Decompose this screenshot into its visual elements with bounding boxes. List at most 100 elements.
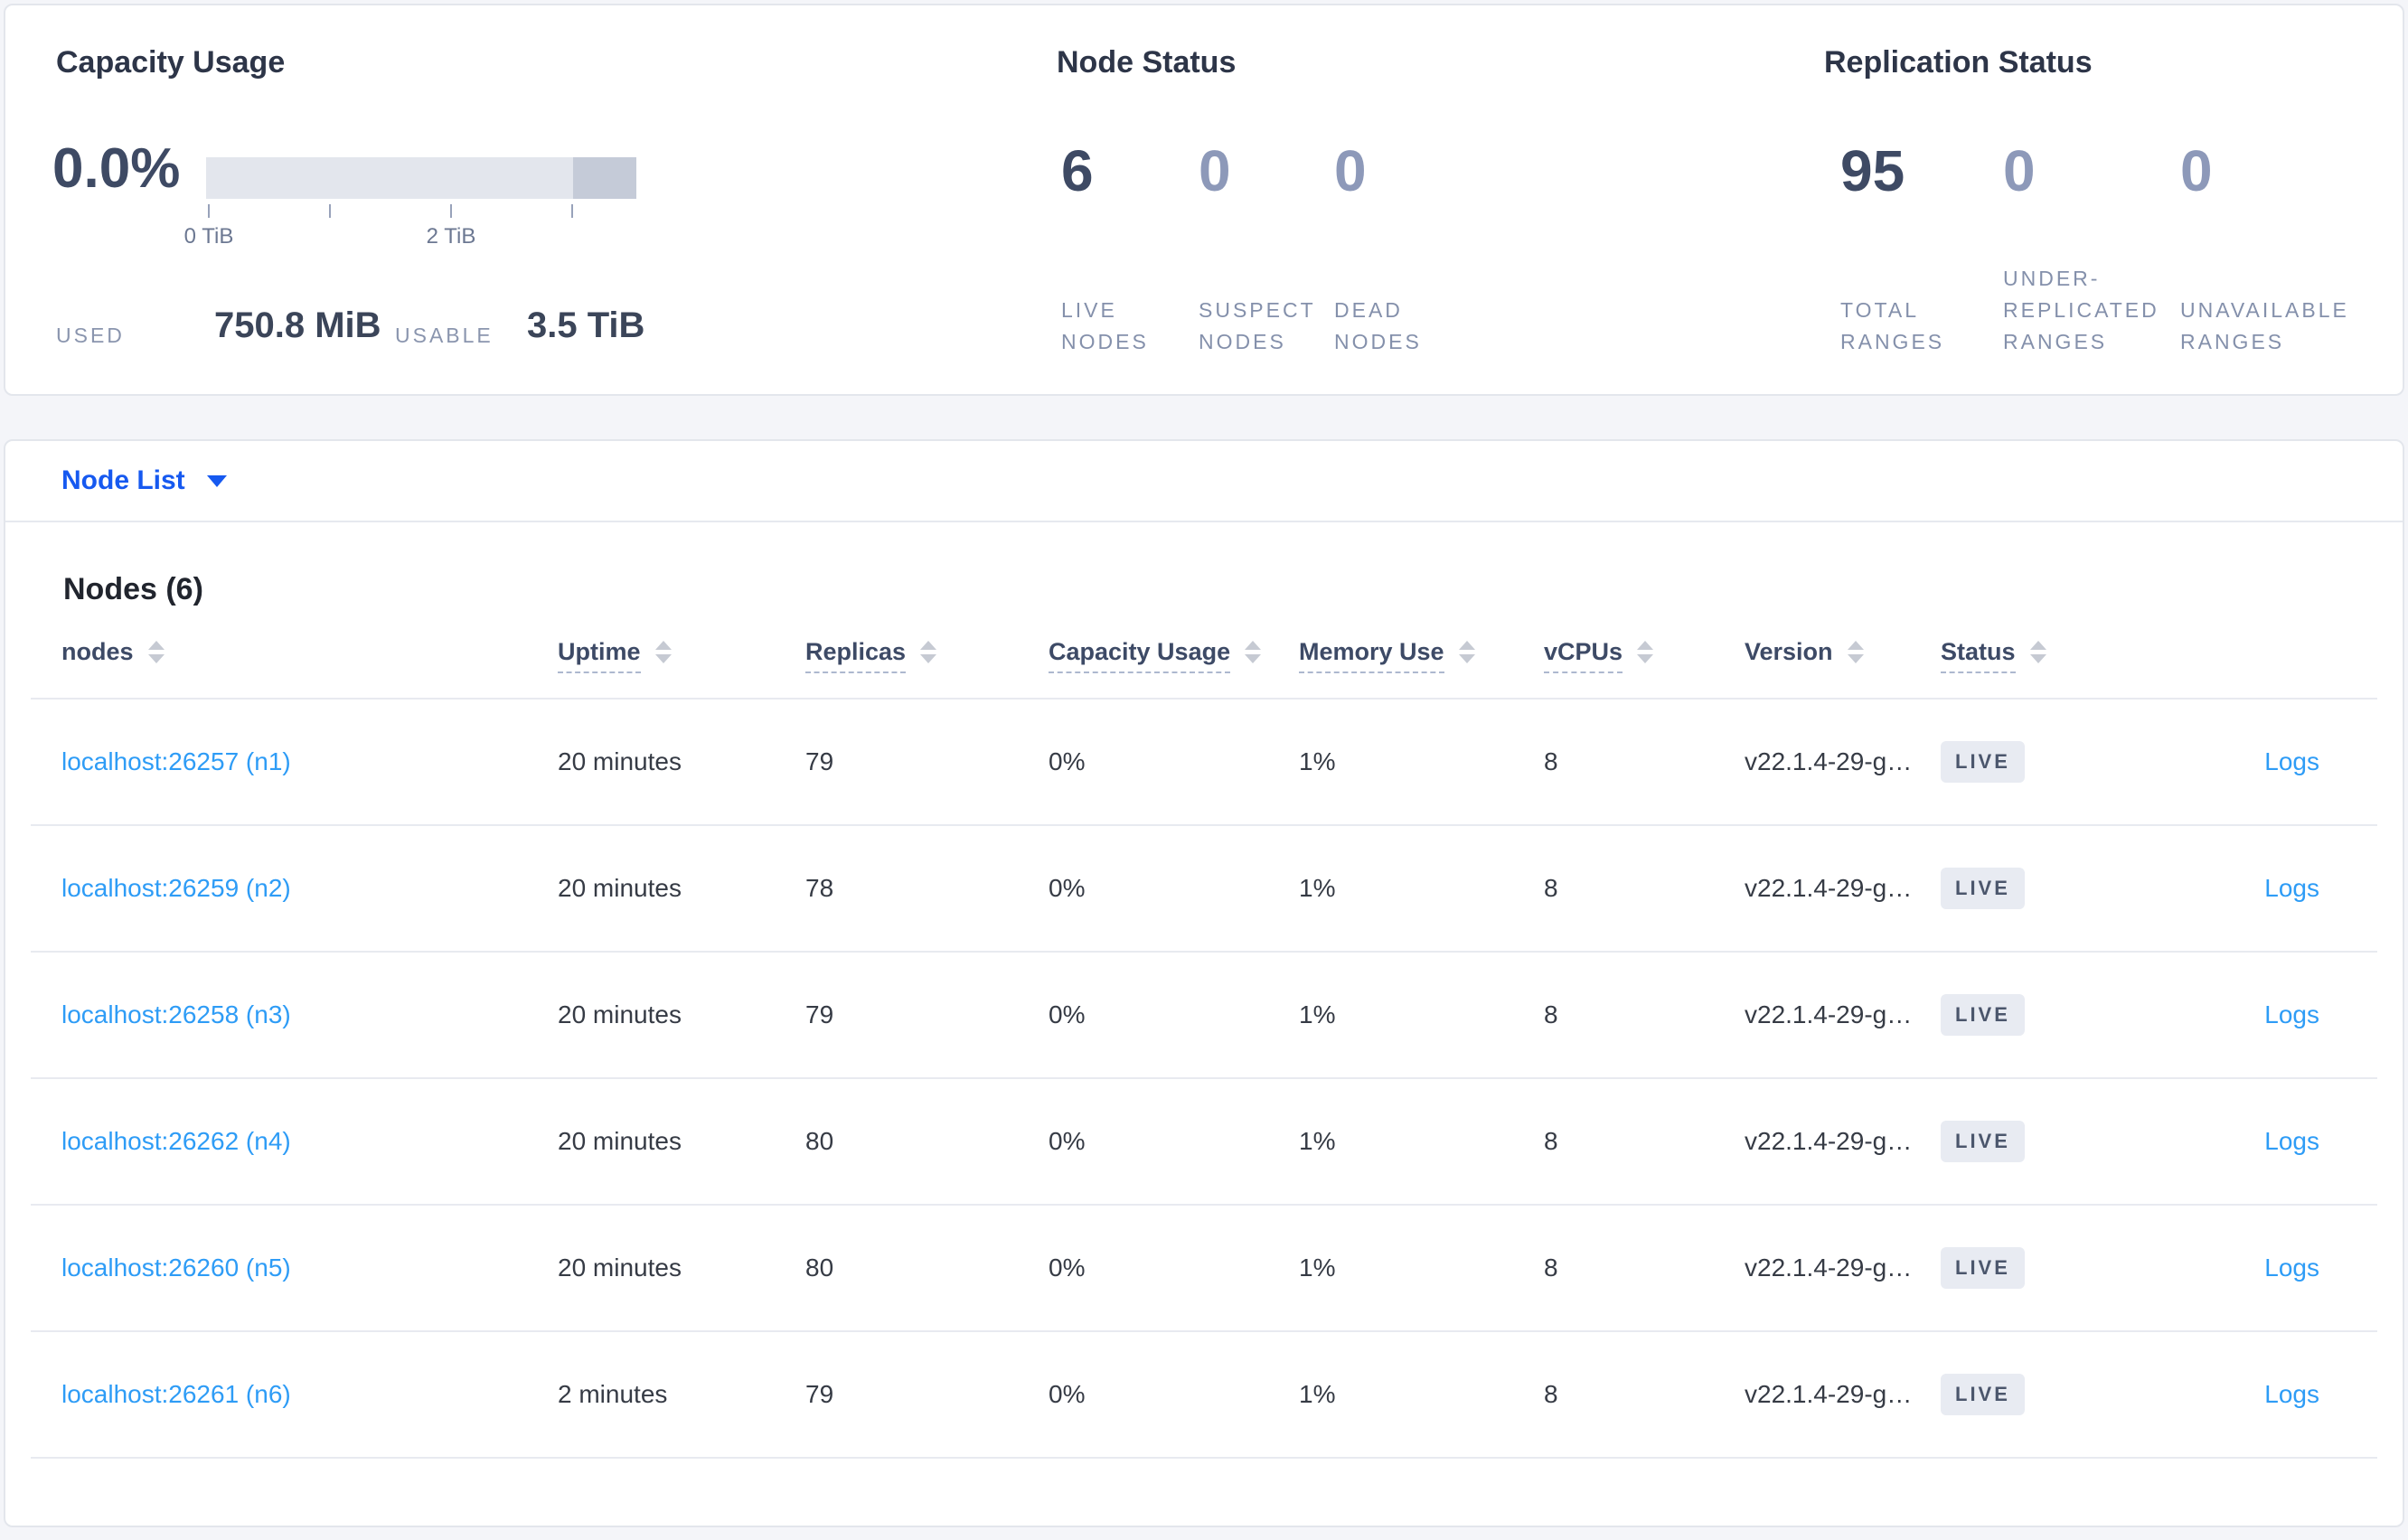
column-header-memory-use[interactable]: Memory Use — [1299, 637, 1544, 673]
replicas-cell: 79 — [805, 747, 834, 775]
logs-link[interactable]: Logs — [2264, 747, 2319, 775]
logs-link[interactable]: Logs — [2264, 1380, 2319, 1408]
logs-cell: Logs — [2194, 1127, 2377, 1156]
vcpus-cell: 8 — [1544, 747, 1558, 775]
table-row: localhost:26260 (n5) 20 minutes 80 0% 1%… — [31, 1206, 2377, 1332]
node-status-title: Node Status — [1057, 45, 1237, 80]
node-cell: localhost:26262 (n4) — [31, 1127, 558, 1156]
node-link[interactable]: localhost:26258 (n3) — [61, 1000, 291, 1028]
unavailable-ranges-stat: 0 UNAVAILABLE RANGES — [2180, 139, 2349, 358]
logs-cell: Logs — [2194, 1000, 2377, 1029]
memory-cell: 1% — [1299, 1254, 1336, 1282]
table-row: localhost:26258 (n3) 20 minutes 79 0% 1%… — [31, 953, 2377, 1079]
status-cell: LIVE — [1941, 868, 2194, 909]
status-cell: LIVE — [1941, 1247, 2194, 1289]
column-header-version[interactable]: Version — [1745, 637, 1941, 668]
column-header-vcpus[interactable]: vCPUs — [1544, 637, 1745, 673]
axis-label-2: 2 TiB — [426, 224, 476, 249]
uptime-cell: 20 minutes — [558, 747, 682, 775]
sort-icon — [2029, 641, 2046, 664]
capacity-cell: 0% — [1049, 1380, 1086, 1408]
uptime-cell: 20 minutes — [558, 1127, 682, 1155]
column-header-status[interactable]: Status — [1941, 637, 2194, 673]
status-cell: LIVE — [1941, 1374, 2194, 1415]
node-cell: localhost:26257 (n1) — [31, 747, 558, 776]
node-link[interactable]: localhost:26261 (n6) — [61, 1380, 291, 1408]
logs-cell: Logs — [2194, 1380, 2377, 1409]
axis-tick — [450, 204, 452, 218]
logs-link[interactable]: Logs — [2264, 1127, 2319, 1155]
column-header-label: Memory Use — [1299, 637, 1444, 673]
logs-link[interactable]: Logs — [2264, 874, 2319, 902]
version-cell: v22.1.4-29-g… — [1745, 1254, 1913, 1282]
total-ranges-stat: 95 TOTAL RANGES — [1840, 139, 2003, 358]
table-row: localhost:26262 (n4) 20 minutes 80 0% 1%… — [31, 1079, 2377, 1206]
status-cell: LIVE — [1941, 741, 2194, 783]
column-header-label: nodes — [61, 637, 134, 665]
column-header-replicas[interactable]: Replicas — [805, 637, 1049, 673]
node-link[interactable]: localhost:26260 (n5) — [61, 1254, 291, 1282]
column-header-nodes[interactable]: nodes — [31, 638, 558, 667]
node-link[interactable]: localhost:26262 (n4) — [61, 1127, 291, 1155]
node-cell: localhost:26259 (n2) — [31, 874, 558, 903]
used-value: 750.8 MiB — [214, 305, 381, 345]
status-cell: LIVE — [1941, 1121, 2194, 1162]
total-ranges-value: 95 — [1840, 138, 1905, 203]
node-list-dropdown-label: Node List — [61, 465, 185, 495]
column-header-label: vCPUs — [1544, 637, 1623, 673]
capacity-cell: 0% — [1049, 874, 1086, 902]
used-label: USED — [56, 324, 125, 347]
vcpus-cell: 8 — [1544, 1380, 1558, 1408]
under-replicated-ranges-label: UNDER- REPLICATED RANGES — [2003, 267, 2159, 353]
capacity-axis: 0 TiB 2 TiB — [184, 199, 636, 249]
column-header-uptime[interactable]: Uptime — [558, 637, 805, 673]
vcpus-cell: 8 — [1544, 1000, 1558, 1028]
uptime-cell: 20 minutes — [558, 1000, 682, 1028]
column-header-label: Uptime — [558, 637, 641, 673]
chevron-down-icon — [206, 474, 227, 487]
logs-cell: Logs — [2194, 1254, 2377, 1282]
column-header-label: Status — [1941, 637, 2016, 673]
node-list-dropdown[interactable]: Node List — [5, 441, 2403, 522]
vcpus-cell: 8 — [1544, 1254, 1558, 1282]
column-header-label: Replicas — [805, 637, 907, 673]
column-header-label: Version — [1745, 637, 1833, 668]
live-nodes-value: 6 — [1061, 138, 1094, 203]
axis-tick — [571, 204, 573, 218]
uptime-cell: 2 minutes — [558, 1380, 668, 1408]
memory-cell: 1% — [1299, 1380, 1336, 1408]
axis-label-0: 0 TiB — [183, 224, 234, 249]
column-header-capacity-usage[interactable]: Capacity Usage — [1049, 637, 1299, 673]
version-cell: v22.1.4-29-g… — [1745, 1380, 1913, 1408]
memory-cell: 1% — [1299, 747, 1336, 775]
live-nodes-stat: 6 LIVE NODES — [1061, 139, 1199, 358]
nodes-heading: Nodes (6) — [63, 572, 203, 606]
node-cell: localhost:26260 (n5) — [31, 1254, 558, 1282]
capacity-percent: 0.0% — [52, 137, 181, 200]
suspect-nodes-value: 0 — [1199, 138, 1231, 203]
node-cell: localhost:26258 (n3) — [31, 1000, 558, 1029]
node-link[interactable]: localhost:26259 (n2) — [61, 874, 291, 902]
nodes-table-area: Nodes (6) nodes Uptime Replicas Capacity… — [31, 569, 2377, 1459]
usable-label: USABLE — [395, 324, 494, 347]
status-badge: LIVE — [1941, 1247, 2025, 1289]
capacity-usage-title: Capacity Usage — [56, 45, 286, 80]
version-cell: v22.1.4-29-g… — [1745, 1127, 1913, 1155]
node-link[interactable]: localhost:26257 (n1) — [61, 747, 291, 775]
replication-status-title: Replication Status — [1824, 45, 2093, 80]
capacity-bar-track — [206, 157, 636, 199]
vcpus-cell: 8 — [1544, 874, 1558, 902]
unavailable-ranges-value: 0 — [2180, 138, 2213, 203]
logs-link[interactable]: Logs — [2264, 1000, 2319, 1028]
version-cell: v22.1.4-29-g… — [1745, 1000, 1913, 1028]
nodes-table-header: nodes Uptime Replicas Capacity Usage Mem… — [31, 637, 2377, 700]
usable-value: 3.5 TiB — [527, 305, 645, 345]
suspect-nodes-label: SUSPECT NODES — [1199, 298, 1316, 353]
table-row: localhost:26261 (n6) 2 minutes 79 0% 1% … — [31, 1332, 2377, 1459]
memory-cell: 1% — [1299, 874, 1336, 902]
capacity-cell: 0% — [1049, 1000, 1086, 1028]
node-list-panel: Node List Nodes (6) nodes Uptime Replica… — [4, 439, 2404, 1527]
logs-link[interactable]: Logs — [2264, 1254, 2319, 1282]
status-badge: LIVE — [1941, 868, 2025, 909]
version-cell: v22.1.4-29-g… — [1745, 747, 1913, 775]
